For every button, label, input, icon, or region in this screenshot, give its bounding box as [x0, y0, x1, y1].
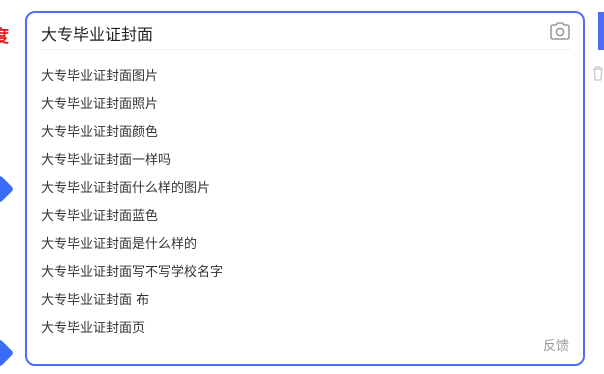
suggestion-item[interactable]: 大专毕业证封面照片	[41, 91, 223, 119]
suggestion-item[interactable]: 大专毕业证封面蓝色	[41, 203, 223, 231]
suggestion-item[interactable]: 大专毕业证封面什么样的图片	[41, 175, 223, 203]
search-suggest-box: 大专毕业证封面 大专毕业证封面图片 大专毕业证封面照片 大专毕业证封面颜色 大专…	[25, 11, 585, 366]
suggestion-list: 大专毕业证封面图片 大专毕业证封面照片 大专毕业证封面颜色 大专毕业证封面一样吗…	[41, 63, 223, 343]
search-input-row[interactable]: 大专毕业证封面	[41, 21, 571, 50]
left-arrow-icon[interactable]	[0, 174, 15, 204]
search-button-fragment[interactable]	[598, 12, 604, 50]
page-logo-fragment: 度	[0, 27, 9, 47]
search-input[interactable]: 大专毕业证封面	[41, 23, 153, 47]
camera-icon[interactable]	[549, 21, 571, 41]
suggestion-item[interactable]: 大专毕业证封面图片	[41, 63, 223, 91]
suggestion-item[interactable]: 大专毕业证封面颜色	[41, 119, 223, 147]
suggestion-item[interactable]: 大专毕业证封面写不写学校名字	[41, 259, 223, 287]
search-page: 度 大专毕业证封面 大专毕业证封面图片 大专毕业证封面照片 大专毕业证封面颜色 …	[0, 0, 604, 374]
trash-icon[interactable]	[592, 65, 604, 81]
suggestion-item[interactable]: 大专毕业证封面 布	[41, 287, 223, 315]
feedback-link[interactable]: 反馈	[543, 338, 569, 356]
suggestion-item[interactable]: 大专毕业证封面页	[41, 315, 223, 343]
left-arrow-icon-lower[interactable]	[0, 338, 15, 368]
suggestion-item[interactable]: 大专毕业证封面是什么样的	[41, 231, 223, 259]
suggestion-item[interactable]: 大专毕业证封面一样吗	[41, 147, 223, 175]
